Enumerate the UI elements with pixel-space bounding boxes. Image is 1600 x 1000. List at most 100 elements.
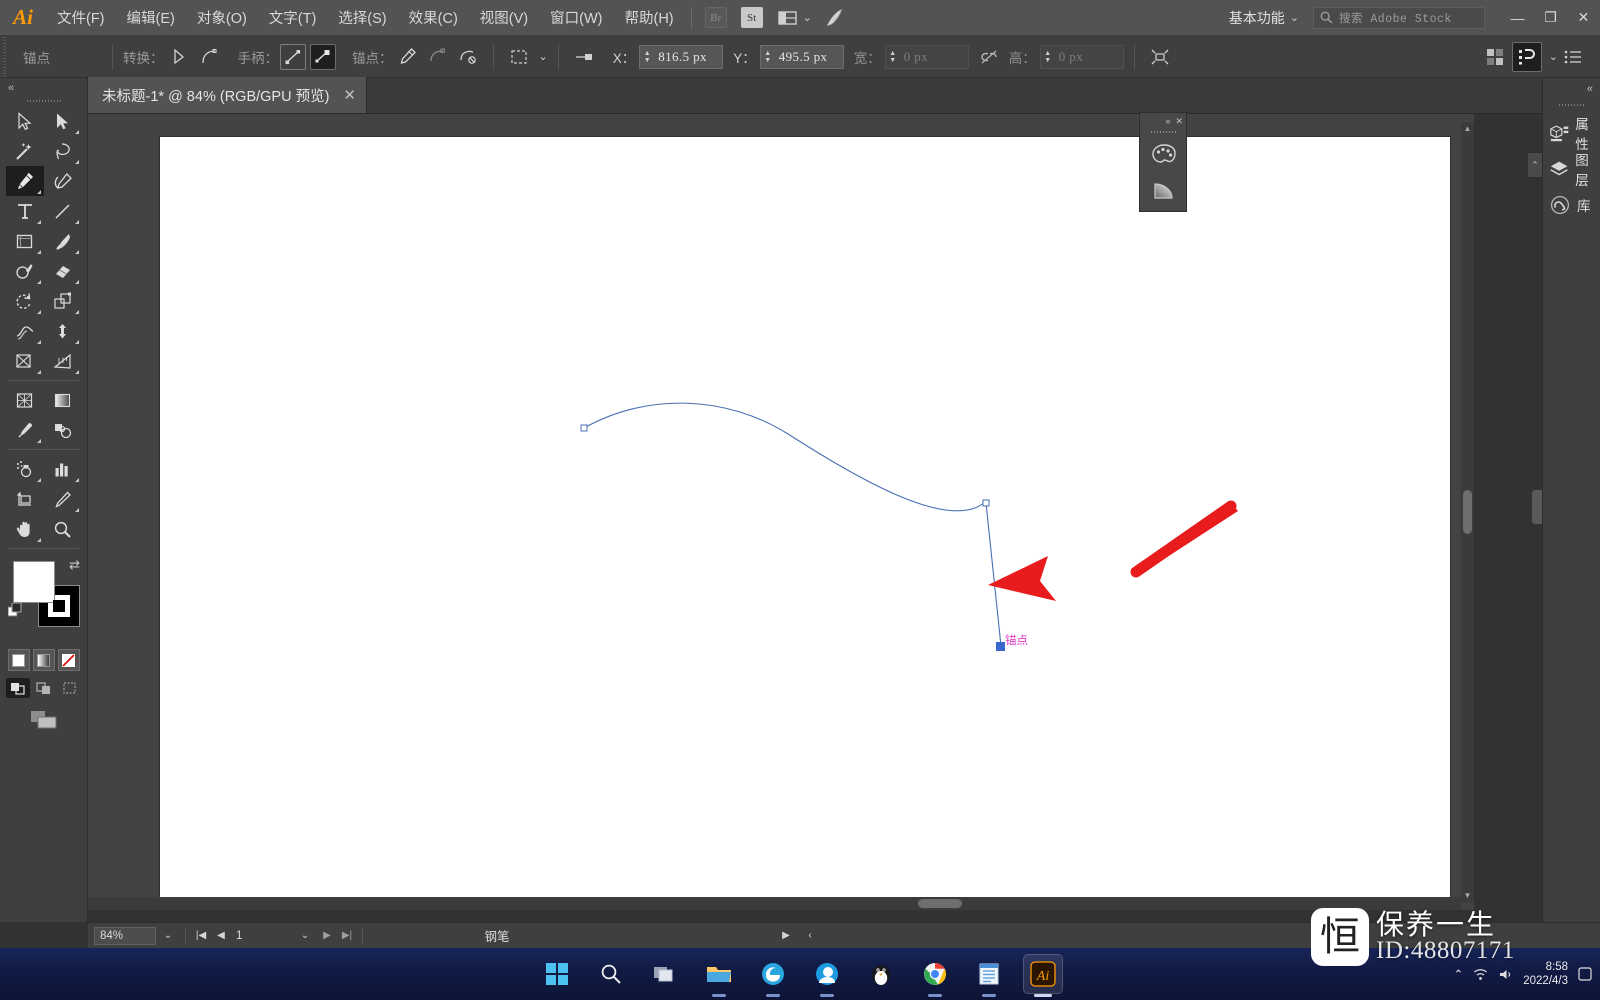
- hide-handles-icon[interactable]: [310, 43, 336, 70]
- x-field[interactable]: ▲ ▼ 816.5 px: [639, 44, 724, 69]
- cut-path-icon[interactable]: [425, 44, 451, 70]
- hand-tool[interactable]: [6, 514, 44, 544]
- chrome-button[interactable]: [915, 954, 955, 997]
- gradient-tool[interactable]: [44, 385, 82, 415]
- scroll-up-icon[interactable]: ▲: [1461, 122, 1474, 135]
- tray-expand-icon[interactable]: ⌃: [1454, 967, 1464, 981]
- edge-button[interactable]: [753, 954, 793, 997]
- first-artboard-button[interactable]: |◀: [191, 926, 211, 946]
- rectangle-tool[interactable]: [6, 226, 44, 256]
- stock-search-input[interactable]: 搜索 Adobe Stock: [1313, 6, 1485, 29]
- document-setup-chevron-down-icon[interactable]: ⌄: [1549, 50, 1558, 63]
- eraser-tool[interactable]: [44, 256, 82, 286]
- color-swatch-button[interactable]: [7, 649, 30, 671]
- screen-mode-button[interactable]: [0, 708, 87, 730]
- selection-tool[interactable]: [6, 106, 44, 136]
- menu-select[interactable]: 选择(S): [327, 0, 397, 36]
- y-stepper-icon[interactable]: ▲ ▼: [761, 46, 775, 68]
- direct-selection-tool[interactable]: [44, 106, 82, 136]
- transform-each-icon[interactable]: [1147, 44, 1173, 70]
- last-artboard-button[interactable]: ▶|: [337, 926, 357, 946]
- convert-to-smooth-icon[interactable]: [196, 44, 222, 70]
- horizontal-scroll-thumb[interactable]: [918, 899, 962, 908]
- gradient-panel-button[interactable]: [1140, 172, 1188, 208]
- paintbrush-tool[interactable]: [44, 226, 82, 256]
- close-button[interactable]: ✕: [1567, 0, 1600, 36]
- toolbar-collapse-icon[interactable]: «: [0, 78, 87, 96]
- default-fill-stroke-icon[interactable]: [8, 603, 23, 618]
- remove-anchor-pen-icon[interactable]: [395, 44, 421, 70]
- current-tool-label[interactable]: 钢笔: [485, 926, 510, 945]
- scale-tool[interactable]: [44, 286, 82, 316]
- convert-to-corner-icon[interactable]: [166, 44, 192, 70]
- task-view-button[interactable]: [645, 954, 685, 994]
- menu-type[interactable]: 文字(T): [258, 0, 328, 36]
- dock-resize-handle[interactable]: [1532, 490, 1542, 524]
- lock-aspect-ratio-icon[interactable]: [979, 49, 999, 65]
- curvature-tool[interactable]: [44, 166, 82, 196]
- isolate-selection-icon[interactable]: [506, 44, 532, 70]
- artboard-tool[interactable]: [6, 484, 44, 514]
- toolbar-grip[interactable]: [0, 96, 87, 106]
- control-bar-grip[interactable]: [0, 35, 9, 78]
- canvas-vertical-scrollbar[interactable]: ▲ ▼: [1461, 122, 1474, 902]
- free-transform-tool[interactable]: [44, 316, 82, 346]
- adobe-leaf-icon[interactable]: [824, 7, 848, 29]
- zoom-tool[interactable]: [44, 514, 82, 544]
- zoom-chevron-down-icon[interactable]: ⌄: [156, 926, 180, 946]
- y-field[interactable]: ▲ ▼ 495.5 px: [759, 44, 844, 69]
- right-dock-grip[interactable]: [1543, 100, 1600, 112]
- canvas-horizontal-scrollbar[interactable]: [88, 897, 1461, 910]
- maximize-restore-button[interactable]: ❐: [1534, 0, 1567, 36]
- illustrator-button[interactable]: Ai: [1023, 954, 1063, 997]
- eyedropper-tool[interactable]: [6, 415, 44, 445]
- draw-inside-button[interactable]: [58, 678, 82, 698]
- browser-button[interactable]: [807, 954, 847, 997]
- search-button[interactable]: [591, 954, 631, 994]
- file-explorer-button[interactable]: [699, 954, 739, 997]
- dock-expand-handle[interactable]: ⌃: [1527, 152, 1542, 178]
- artboard[interactable]: [160, 137, 1450, 905]
- document-tab[interactable]: 未标题-1* @ 84% (RGB/GPU 预览) ✕: [88, 77, 367, 113]
- connect-path-icon[interactable]: [455, 44, 481, 70]
- qq-button[interactable]: [861, 954, 901, 994]
- status-collapse-button[interactable]: ‹: [800, 926, 820, 946]
- canvas-area[interactable]: 锚点 ▲ ▼: [88, 114, 1474, 910]
- show-handles-icon[interactable]: [280, 43, 306, 70]
- right-dock-collapse-icon[interactable]: «: [1543, 78, 1600, 100]
- notepad-button[interactable]: [969, 954, 1009, 997]
- workspace-chevron-down-icon[interactable]: ⌄: [1290, 11, 1299, 24]
- stock-icon[interactable]: St: [740, 7, 763, 28]
- clock[interactable]: 8:58 2022/4/3: [1523, 960, 1568, 988]
- width-tool[interactable]: [6, 316, 44, 346]
- mesh-tool[interactable]: [6, 385, 44, 415]
- status-play-button[interactable]: ▶: [776, 926, 796, 946]
- panel-layers[interactable]: 图层: [1543, 153, 1600, 188]
- draw-behind-button[interactable]: [32, 678, 56, 698]
- floating-panel-grip[interactable]: [1140, 129, 1186, 136]
- menu-edit[interactable]: 编辑(E): [116, 0, 186, 36]
- align-to-icon[interactable]: [575, 50, 597, 64]
- floating-panel-close-icon[interactable]: ✕: [1175, 116, 1183, 127]
- menu-file[interactable]: 文件(F): [46, 0, 116, 36]
- floating-panel-expand-icon[interactable]: »: [1165, 116, 1170, 126]
- lasso-tool[interactable]: [44, 136, 82, 166]
- menu-help[interactable]: 帮助(H): [613, 0, 684, 36]
- menu-effect[interactable]: 效果(C): [398, 0, 469, 36]
- draw-normal-button[interactable]: [5, 678, 30, 698]
- perspective-grid-tool[interactable]: [44, 346, 82, 376]
- fill-swatch[interactable]: [13, 561, 55, 603]
- pen-tool[interactable]: [5, 166, 44, 196]
- swap-fill-stroke-icon[interactable]: ⇄: [69, 557, 80, 573]
- vertical-scroll-thumb[interactable]: [1463, 490, 1472, 534]
- artboard-number-input[interactable]: 1: [231, 926, 293, 945]
- isolate-chevron-down-icon[interactable]: ⌄: [539, 50, 548, 63]
- blend-tool[interactable]: [44, 415, 82, 445]
- gradient-swatch-button[interactable]: [32, 649, 55, 671]
- transparency-grid-icon[interactable]: [1482, 44, 1508, 70]
- shaper-tool[interactable]: [6, 256, 44, 286]
- prev-artboard-button[interactable]: ◀: [211, 926, 231, 946]
- artboard-chevron-down-icon[interactable]: ⌄: [293, 926, 317, 946]
- scroll-down-icon[interactable]: ▼: [1461, 889, 1474, 902]
- none-swatch-button[interactable]: [57, 649, 80, 671]
